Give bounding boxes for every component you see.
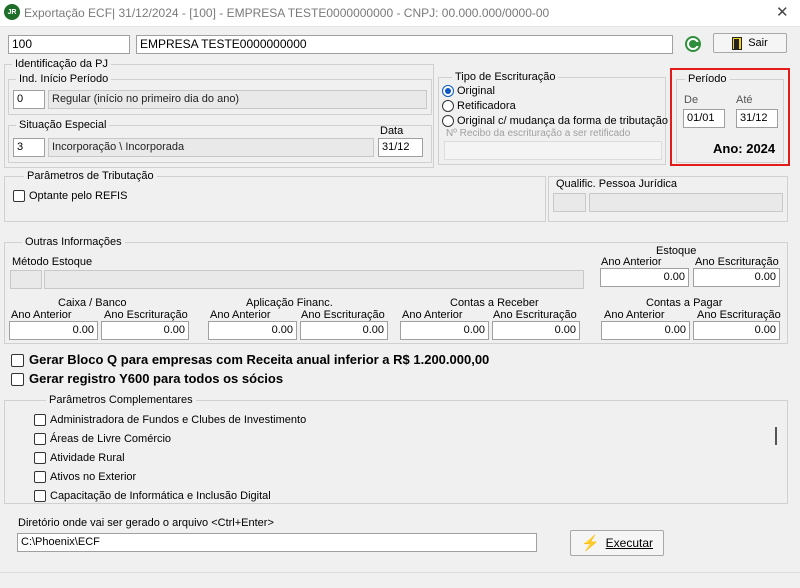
aplicacao-ano-escrituracao-label: Ano Escrituração — [301, 309, 385, 321]
periodo-legend: Período — [685, 73, 730, 85]
inicio-periodo-code[interactable]: 0 — [13, 90, 45, 109]
executar-button-label: Executar — [605, 536, 654, 550]
y600-label: Gerar registro Y600 para todos os sócios — [29, 371, 284, 386]
complementar-label: Áreas de Livre Comércio — [50, 433, 172, 445]
lightning-icon: ⚡ — [580, 535, 600, 552]
pagar-ano-escrituracao-label: Ano Escrituração — [697, 309, 781, 321]
recibo-field[interactable] — [444, 141, 662, 160]
close-icon[interactable]: ✕ — [776, 3, 789, 21]
ate-label: Até — [736, 94, 753, 106]
door-icon — [732, 36, 743, 50]
ano-label: Ano: 2024 — [713, 141, 776, 156]
bloco-q-label: Gerar Bloco Q para empresas com Receita … — [29, 352, 490, 367]
estoque-ano-escrituracao-label: Ano Escrituração — [695, 256, 779, 268]
qualific-code-field[interactable] — [553, 193, 586, 212]
caixa-ano-anterior-label: Ano Anterior — [11, 309, 72, 321]
complementar-label: Capacitação de Informática e Inclusão Di… — [50, 490, 271, 502]
complementar-checkbox[interactable] — [34, 471, 46, 483]
recibo-placeholder: Nº Recibo da escrituração a ser retifica… — [446, 128, 631, 139]
receber-ano-anterior-field[interactable]: 0.00 — [400, 321, 489, 340]
caixa-ano-escrituracao-field[interactable]: 0.00 — [101, 321, 189, 340]
complementares-scrollbar[interactable] — [768, 408, 784, 502]
scrollbar-thumb[interactable] — [775, 427, 777, 445]
caixa-ano-escrituracao-label: Ano Escrituração — [104, 309, 188, 321]
pagar-title: Contas a Pagar — [646, 297, 723, 309]
company-name-field[interactable]: EMPRESA TESTE0000000000 — [136, 35, 673, 54]
situacao-especial-code[interactable]: 3 — [13, 138, 45, 157]
bloco-q-checkbox[interactable] — [11, 354, 24, 367]
outras-legend: Outras Informações — [22, 236, 125, 248]
refresh-icon[interactable] — [683, 34, 703, 54]
caixa-title: Caixa / Banco — [58, 297, 127, 309]
estoque-ano-escrituracao-field[interactable]: 0.00 — [693, 268, 780, 287]
aplicacao-ano-anterior-field[interactable]: 0.00 — [208, 321, 297, 340]
diretorio-field[interactable]: C:\Phoenix\ECF — [17, 533, 537, 552]
periodo-de-field[interactable]: 01/01 — [683, 109, 725, 128]
estoque-ano-anterior-label: Ano Anterior — [601, 256, 662, 268]
complementar-checkbox[interactable] — [34, 452, 46, 464]
radio-retificadora[interactable] — [442, 100, 454, 112]
complementar-label: Atividade Rural — [50, 452, 125, 464]
complementar-label: Ativos no Exterior — [50, 471, 137, 483]
pagar-ano-escrituracao-field[interactable]: 0.00 — [693, 321, 780, 340]
metodo-code-field[interactable] — [10, 270, 42, 289]
identificacao-legend: Identificação da PJ — [12, 58, 111, 70]
tipo-escrituracao-legend: Tipo de Escrituração — [452, 71, 559, 83]
aplicacao-title: Aplicação Financ. — [246, 297, 333, 309]
caixa-ano-anterior-field[interactable]: 0.00 — [9, 321, 98, 340]
aplicacao-ano-anterior-label: Ano Anterior — [210, 309, 271, 321]
status-bar — [0, 572, 800, 588]
window-title: Exportação ECF| 31/12/2024 - [100] - EMP… — [24, 6, 550, 20]
estoque-title: Estoque — [656, 245, 697, 257]
tributacao-legend: Parâmetros de Tributação — [24, 170, 157, 182]
periodo-ate-field[interactable]: 31/12 — [736, 109, 778, 128]
situacao-data-field[interactable]: 31/12 — [378, 138, 423, 157]
receber-ano-escrituracao-field[interactable]: 0.00 — [492, 321, 580, 340]
refis-label: Optante pelo REFIS — [29, 190, 128, 202]
radio-original-mudanca[interactable] — [442, 115, 454, 127]
executar-button[interactable]: ⚡ Executar — [570, 530, 664, 556]
metodo-description-field — [44, 270, 584, 289]
pagar-ano-anterior-field[interactable]: 0.00 — [601, 321, 690, 340]
radio-retificadora-label: Retificadora — [457, 100, 516, 112]
data-label: Data — [380, 125, 404, 137]
estoque-ano-anterior-field[interactable]: 0.00 — [600, 268, 689, 287]
de-label: De — [684, 94, 699, 106]
situacao-especial-description: Incorporação \ Incorporada — [48, 138, 374, 157]
receber-ano-escrituracao-label: Ano Escrituração — [493, 309, 577, 321]
inicio-periodo-legend: Ind. Início Período — [16, 73, 112, 85]
refis-checkbox[interactable] — [13, 190, 25, 202]
app-logo-icon: JR — [4, 4, 20, 20]
complementar-checkbox[interactable] — [34, 414, 46, 426]
receber-title: Contas a Receber — [450, 297, 539, 309]
aplicacao-ano-escrituracao-field[interactable]: 0.00 — [300, 321, 388, 340]
radio-original-mudanca-label: Original c/ mudança da forma de tributaç… — [457, 115, 668, 127]
qualific-label: Qualific. Pessoa Jurídica — [556, 178, 678, 190]
y600-checkbox[interactable] — [11, 373, 24, 386]
exit-button[interactable]: Sair — [713, 33, 787, 53]
complementares-legend: Parâmetros Complementares — [46, 394, 196, 406]
radio-original-label: Original — [457, 85, 495, 97]
metodo-estoque-label: Método Estoque — [12, 256, 93, 268]
complementar-label: Administradora de Fundos e Clubes de Inv… — [50, 414, 307, 426]
company-code-field[interactable]: 100 — [8, 35, 130, 54]
diretorio-label: Diretório onde vai ser gerado o arquivo … — [18, 517, 274, 529]
exit-button-label: Sair — [748, 37, 768, 49]
situacao-especial-legend: Situação Especial — [16, 119, 110, 131]
complementar-checkbox[interactable] — [34, 433, 46, 445]
qualific-description-field — [589, 193, 783, 212]
inicio-periodo-description: Regular (início no primeiro dia do ano) — [48, 90, 427, 109]
complementar-checkbox[interactable] — [34, 490, 46, 502]
radio-original[interactable] — [442, 85, 454, 97]
receber-ano-anterior-label: Ano Anterior — [402, 309, 463, 321]
pagar-ano-anterior-label: Ano Anterior — [604, 309, 665, 321]
